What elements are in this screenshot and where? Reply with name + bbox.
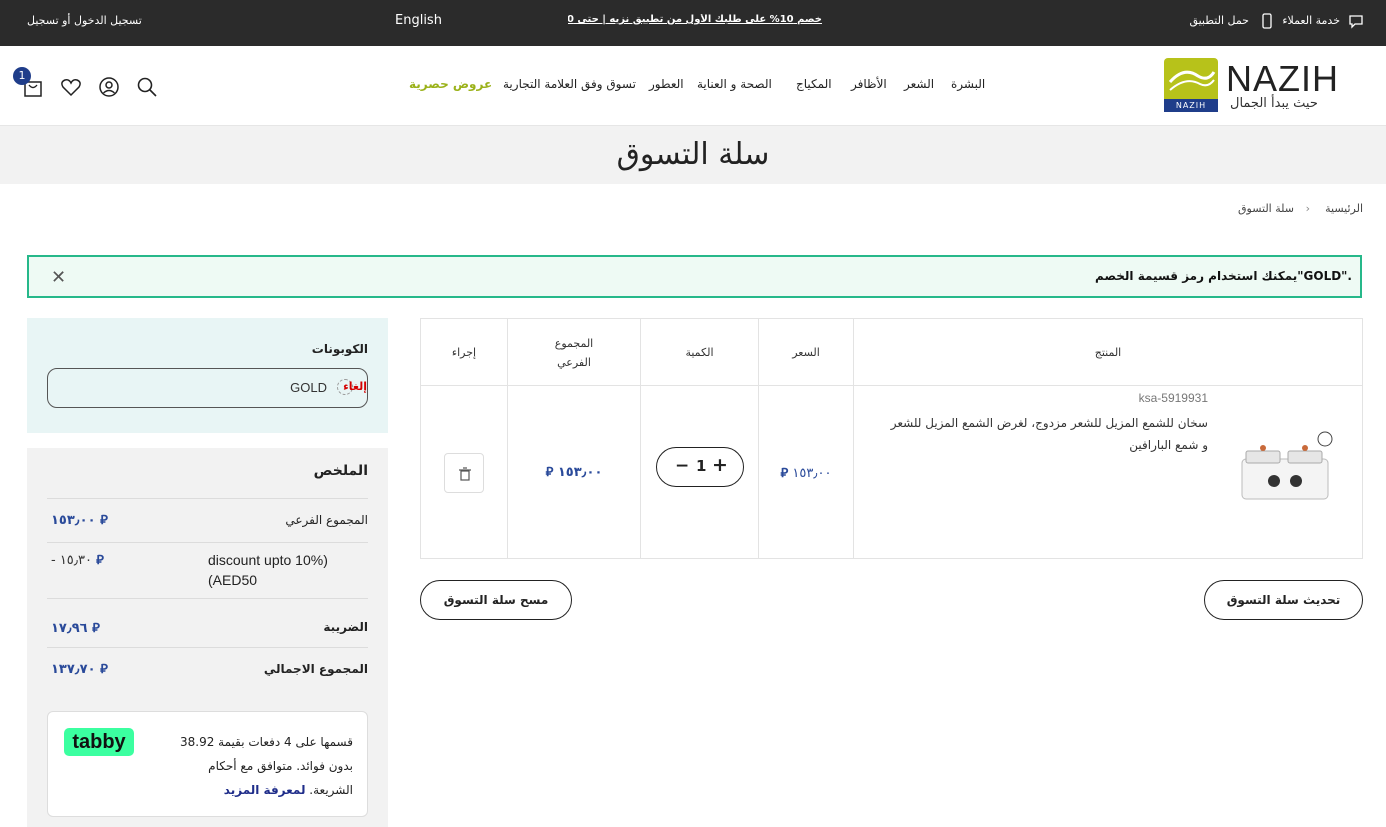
riyal-icon: ⃁ — [545, 465, 554, 480]
clear-cart-button[interactable]: مسح سلة التسوق — [420, 580, 572, 620]
tax-value: ١٧٫٩٦ ⃁ — [51, 619, 100, 636]
coupon-panel: الكوبونات GOLD إلغاء — [27, 318, 388, 433]
product-image[interactable] — [1236, 431, 1336, 507]
language-switch[interactable]: English — [395, 13, 442, 28]
login-register-link[interactable]: تسجيل الدخول أو تسجيل — [27, 14, 142, 27]
riyal-icon: ⃁ — [780, 466, 789, 481]
minus-button[interactable]: − — [675, 456, 689, 476]
product-name[interactable]: سخان للشمع المزيل للشعر مزدوج، لغرض الشم… — [888, 412, 1208, 456]
product-subtotal: ⃁ ١٥٣٫٠٠ — [508, 463, 640, 480]
discount-amount: - ١٥٫٣٠ — [51, 553, 92, 568]
coupon-label: الكوبونات — [311, 342, 368, 356]
update-cart-button[interactable]: تحديث سلة التسوق — [1204, 580, 1363, 620]
nav-hair[interactable]: الشعر — [904, 77, 934, 91]
breadcrumb-current: سلة التسوق — [1237, 202, 1294, 215]
summary-title: الملخص — [313, 463, 368, 479]
product-sku: ksa-5919931 — [1138, 391, 1208, 405]
riyal-icon: ⃁ — [100, 513, 108, 528]
nav-shop-by-brand[interactable]: تسوق وفق العلامة التجارية — [503, 77, 636, 91]
customer-service-link[interactable]: خدمة العملاء — [1282, 14, 1340, 27]
total-amount: ١٣٧٫٧٠ — [51, 662, 96, 677]
header-action: إجراء — [451, 346, 477, 359]
nav-nails[interactable]: الأظافر — [851, 77, 887, 91]
subtotal-amount: ١٥٣٫٠٠ — [51, 513, 96, 528]
nav-makeup[interactable]: المكياج — [796, 77, 832, 91]
total-label: المجموع الاجمالي — [263, 662, 368, 676]
trash-icon — [459, 467, 471, 481]
tax-label: الضريبة — [323, 620, 368, 634]
breadcrumb-home[interactable]: الرئيسية — [1325, 202, 1363, 215]
discount-label-line1: discount upto 10%) — [208, 552, 328, 568]
plus-button[interactable]: + — [712, 454, 728, 476]
logo-tagline: حيث يبدأ الجمال — [1230, 96, 1318, 111]
subtotal-label: المجموع الفرعي — [285, 513, 368, 527]
header-subtotal-line1: المجموع — [554, 337, 594, 350]
cart-table: المنتج السعر الكمية المجموع الفرعي إجراء… — [420, 318, 1363, 559]
header-price: السعر — [792, 346, 820, 359]
tabby-learn-more-link[interactable]: لمعرفة المزيد — [224, 783, 306, 797]
cart-count-badge: 1 — [13, 67, 31, 85]
tabby-line1: قسمها على 4 دفعات بقيمة 38.92 — [179, 735, 353, 749]
nazih-logo[interactable]: NAZIH NAZIH حيث يبدأ الجمال — [1164, 58, 1350, 112]
page-title-band: سلة التسوق — [0, 126, 1386, 184]
account-icon[interactable] — [98, 76, 120, 98]
total-value: ١٣٧٫٧٠ ⃁ — [51, 660, 108, 677]
logo-badge: NAZIH — [1164, 99, 1218, 112]
riyal-icon: ⃁ — [100, 662, 108, 677]
coupon-code: GOLD — [290, 380, 327, 395]
promo-banner[interactable]: خصم 10% على طلبك الأول من تطبيق نزيه | ح… — [568, 14, 822, 25]
quantity-value[interactable]: 1 — [696, 457, 706, 475]
nav-exclusive-offers[interactable]: عروض حصرية — [409, 77, 492, 91]
close-icon[interactable]: ✕ — [51, 267, 66, 288]
nav-skin[interactable]: البشرة — [951, 77, 985, 91]
header-subtotal-line2: الفرعي — [557, 356, 591, 369]
header-product: المنتج — [1094, 346, 1122, 359]
page-title: سلة التسوق — [616, 137, 770, 172]
subtotal-value: ١٥٣٫٠٠ ⃁ — [51, 511, 108, 528]
coupon-cancel-button[interactable]: إلغاء — [343, 380, 367, 393]
tabby-line3: الشريعة. — [309, 783, 353, 797]
search-icon[interactable] — [136, 76, 158, 98]
nav-health-care[interactable]: الصحة و العناية — [697, 77, 772, 91]
quantity-stepper: − 1 + — [656, 447, 744, 487]
order-summary: الملخص المجموع الفرعي ١٥٣٫٠٠ ⃁ discount … — [27, 448, 388, 827]
wishlist-heart-icon[interactable] — [60, 76, 82, 98]
chevron-left-icon: › — [1305, 202, 1310, 215]
discount-value: - ١٥٫٣٠ ⃁ — [51, 551, 104, 568]
nav-perfumes[interactable]: العطور — [649, 77, 684, 91]
phone-icon[interactable] — [1261, 13, 1273, 32]
logo-mark: NAZIH — [1164, 58, 1218, 112]
riyal-icon: ⃁ — [96, 553, 104, 568]
riyal-icon: ⃁ — [92, 621, 100, 636]
logo-text: NAZIH — [1226, 58, 1339, 99]
coupon-field[interactable]: GOLD إلغاء — [47, 368, 368, 408]
coupon-alert: يمكنك استخدام رمز قسيمة الخصم"GOLD". ✕ — [27, 255, 1362, 298]
tabby-widget: tabby قسمها على 4 دفعات بقيمة 38.92 بدون… — [47, 711, 368, 817]
tabby-text: قسمها على 4 دفعات بقيمة 38.92 بدون فوائد… — [143, 730, 353, 802]
top-bar: خدمة العملاء حمل التطبيق خصم 10% على طلب… — [0, 0, 1386, 46]
product-subtotal-value: ١٥٣٫٠٠ — [557, 465, 603, 480]
discount-label-line2: (AED50 — [208, 572, 258, 588]
tabby-line2: بدون فوائد. متوافق مع أحكام — [208, 759, 353, 773]
alert-message: يمكنك استخدام رمز قسيمة الخصم"GOLD". — [1095, 269, 1352, 283]
tabby-logo: tabby — [64, 728, 134, 756]
tax-amount: ١٧٫٩٦ — [51, 621, 88, 636]
header-quantity: الكمية — [685, 346, 714, 359]
product-price-value: ١٥٣٫٠٠ — [792, 466, 832, 481]
product-price: ⃁ ١٥٣٫٠٠ — [759, 464, 853, 481]
main-header: NAZIH NAZIH حيث يبدأ الجمال البشرة الشعر… — [0, 46, 1386, 126]
chat-icon[interactable] — [1348, 13, 1364, 32]
download-app-link[interactable]: حمل التطبيق — [1189, 14, 1249, 27]
delete-button[interactable] — [444, 453, 484, 493]
